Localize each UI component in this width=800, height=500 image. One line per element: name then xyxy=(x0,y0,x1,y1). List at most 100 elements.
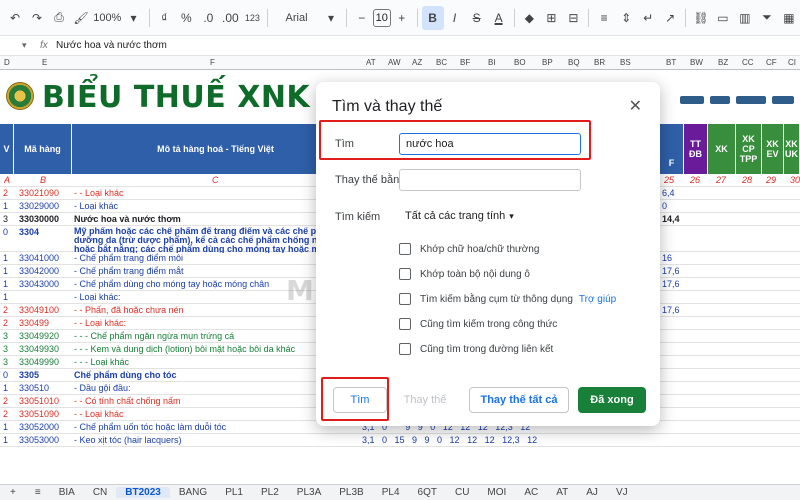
tab-cu[interactable]: CU xyxy=(446,487,478,498)
col-header[interactable]: AZ xyxy=(412,58,422,67)
tab-vj[interactable]: VJ xyxy=(607,487,637,498)
tab-aj[interactable]: AJ xyxy=(577,487,607,498)
col-header[interactable]: AT xyxy=(366,58,376,67)
tab-cn[interactable]: CN xyxy=(84,487,116,498)
tab-6qt[interactable]: 6QT xyxy=(409,487,446,498)
zoom-select[interactable]: 100% xyxy=(92,6,123,30)
currency-button[interactable]: ₫ xyxy=(153,6,175,30)
col-header[interactable]: F xyxy=(210,58,215,67)
checkbox[interactable] xyxy=(399,318,411,330)
header-ma-hang[interactable]: Mã hàng xyxy=(14,124,72,174)
align-horizontal-icon[interactable]: ≡ xyxy=(593,6,615,30)
add-sheet-icon[interactable]: + xyxy=(0,487,26,498)
col-header[interactable]: D xyxy=(4,58,10,67)
col-header[interactable]: BT xyxy=(666,58,676,67)
name-box-chevron-icon[interactable]: ▾ xyxy=(22,40,27,51)
insert-chart-icon[interactable]: ▥ xyxy=(734,6,756,30)
col-header[interactable]: BI xyxy=(488,58,496,67)
col-header[interactable]: BR xyxy=(594,58,605,67)
option-match-entire-cell[interactable]: Khớp toàn bộ nội dung ô xyxy=(399,268,530,280)
col-header[interactable]: BZ xyxy=(718,58,728,67)
increase-decimal-button[interactable]: .00 xyxy=(219,6,241,30)
option-match-case[interactable]: Khớp chữ hoa/chữ thường xyxy=(399,243,539,255)
filter-icon[interactable]: ⏷ xyxy=(756,6,778,30)
search-scope-select[interactable]: Tất cả các trang tính ▾ xyxy=(399,204,520,228)
header-v[interactable]: V xyxy=(0,124,14,174)
tab-bang[interactable]: BANG xyxy=(170,487,216,498)
replace-all-button[interactable]: Thay thế tất cả xyxy=(469,387,569,413)
col-header[interactable]: CI xyxy=(788,58,796,67)
option-regex[interactable]: Tìm kiếm bằng cụm từ thông dụng Trợ giúp xyxy=(399,293,616,305)
text-rotate-icon[interactable]: ↗ xyxy=(659,6,681,30)
font-size-decrease-icon[interactable]: − xyxy=(351,6,373,30)
tab-pl3b[interactable]: PL3B xyxy=(330,487,372,498)
text-color-button[interactable]: A xyxy=(488,6,510,30)
col-header[interactable]: BQ xyxy=(568,58,580,67)
font-select[interactable]: Arial xyxy=(272,6,320,30)
percent-button[interactable]: % xyxy=(175,6,197,30)
insert-link-icon[interactable]: ⛓ xyxy=(690,6,712,30)
col-header[interactable]: CC xyxy=(742,58,754,67)
text-wrap-icon[interactable]: ↵ xyxy=(637,6,659,30)
tab-at[interactable]: AT xyxy=(547,487,577,498)
zoom-chevron-icon[interactable]: ▾ xyxy=(123,6,145,30)
merge-cells-icon[interactable]: ⊟ xyxy=(562,6,584,30)
replace-button[interactable]: Thay thế xyxy=(400,387,450,413)
all-sheets-icon[interactable]: ≡ xyxy=(26,487,50,498)
header-xk-ev[interactable]: XK EV xyxy=(762,124,784,174)
tab-ac[interactable]: AC xyxy=(515,487,547,498)
font-size-input[interactable]: 10 xyxy=(372,8,391,27)
col-header[interactable]: E xyxy=(42,58,47,67)
checkbox[interactable] xyxy=(399,243,411,255)
formula-input[interactable]: Nước hoa và nước thơm xyxy=(56,40,167,51)
col-header[interactable]: BC xyxy=(436,58,447,67)
tab-pl1[interactable]: PL1 xyxy=(216,487,252,498)
tab-moi[interactable]: MOI xyxy=(478,487,515,498)
done-button[interactable]: Đã xong xyxy=(578,387,646,413)
col-header[interactable]: BP xyxy=(542,58,553,67)
checkbox[interactable] xyxy=(399,343,411,355)
header-xk-cptpp[interactable]: XK CP TPP xyxy=(736,124,762,174)
decrease-decimal-button[interactable]: .0 xyxy=(197,6,219,30)
header-xk-uk[interactable]: XK UK xyxy=(784,124,800,174)
print-icon[interactable]: ⎙ xyxy=(48,6,70,30)
close-icon[interactable]: ✕ xyxy=(629,96,642,116)
undo-icon[interactable]: ↶ xyxy=(4,6,26,30)
header-f[interactable]: F xyxy=(660,124,684,174)
fill-color-icon[interactable]: ◆ xyxy=(518,6,540,30)
tab-pl4[interactable]: PL4 xyxy=(373,487,409,498)
col-header[interactable]: CF xyxy=(766,58,777,67)
more-formats-button[interactable]: 123 xyxy=(241,6,263,30)
bold-button[interactable]: B xyxy=(421,5,444,30)
align-vertical-icon[interactable]: ⇕ xyxy=(615,6,637,30)
tab-pl3a[interactable]: PL3A xyxy=(288,487,330,498)
borders-icon[interactable]: ⊞ xyxy=(540,6,562,30)
italic-button[interactable]: I xyxy=(444,6,466,30)
insert-comment-icon[interactable]: ▭ xyxy=(712,6,734,30)
header-tt-db[interactable]: TT ĐB xyxy=(684,124,708,174)
find-input[interactable] xyxy=(399,133,581,155)
table-row[interactable]: 1 33053000 - Keo xịt tóc (hair lacquers) 3,… xyxy=(0,434,800,447)
find-button[interactable]: Tìm xyxy=(333,387,387,413)
paint-format-icon[interactable]: 🖌 xyxy=(70,6,92,30)
checkbox[interactable] xyxy=(399,293,411,305)
col-header[interactable]: BS xyxy=(620,58,631,67)
filter-views-icon[interactable]: ▦ xyxy=(778,6,800,30)
strikethrough-button[interactable]: S xyxy=(466,6,488,30)
col-header[interactable]: BW xyxy=(690,58,703,67)
tab-bt2023[interactable]: BT2023 xyxy=(116,487,170,498)
col-header[interactable]: BF xyxy=(460,58,470,67)
tab-pl2[interactable]: PL2 xyxy=(252,487,288,498)
help-link[interactable]: Trợ giúp xyxy=(579,294,616,305)
font-size-increase-icon[interactable]: + xyxy=(391,6,413,30)
replace-input[interactable] xyxy=(399,169,581,191)
col-header[interactable]: BO xyxy=(514,58,526,67)
font-chevron-icon[interactable]: ▾ xyxy=(320,6,342,30)
header-xk[interactable]: XK xyxy=(708,124,736,174)
col-header[interactable]: AW xyxy=(388,58,401,67)
redo-icon[interactable]: ↷ xyxy=(26,6,48,30)
checkbox[interactable] xyxy=(399,268,411,280)
tab-bia[interactable]: BIA xyxy=(50,487,84,498)
option-search-formulas[interactable]: Cũng tìm kiếm trong công thức xyxy=(399,318,557,330)
option-search-links[interactable]: Cũng tìm trong đường liên kết xyxy=(399,343,553,355)
